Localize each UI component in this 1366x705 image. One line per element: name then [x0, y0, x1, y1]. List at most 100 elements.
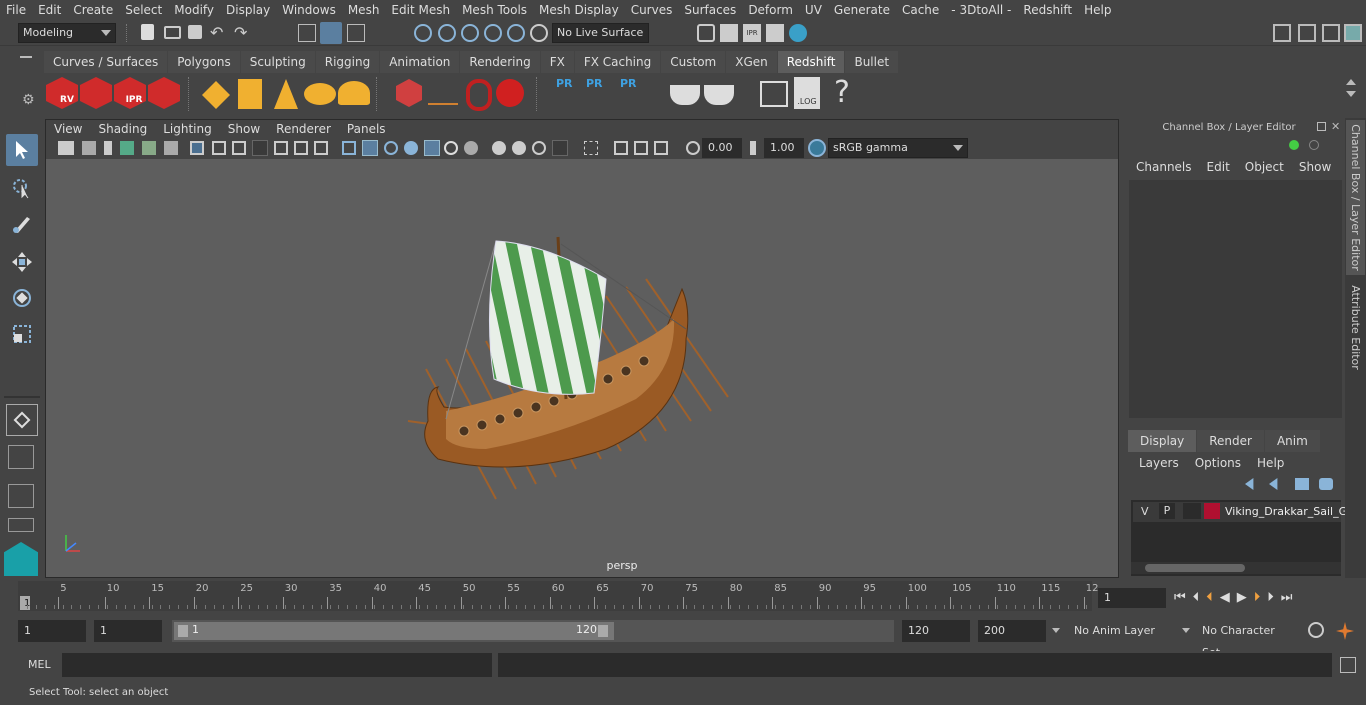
- scene-start-field[interactable]: 1: [18, 620, 86, 642]
- camera-attr-icon[interactable]: [82, 141, 96, 155]
- chevron-down-icon[interactable]: [1052, 628, 1060, 633]
- scale-tool-icon[interactable]: [6, 318, 38, 350]
- go-to-end-icon[interactable]: ⏭: [1281, 590, 1293, 605]
- render-settings-icon[interactable]: [766, 24, 784, 42]
- soft-select-icon[interactable]: [6, 404, 38, 436]
- redshift-spot-light-icon[interactable]: [274, 79, 298, 109]
- panel-menu-shading[interactable]: Shading: [90, 120, 155, 138]
- speed-icon[interactable]: [1309, 140, 1319, 150]
- redshift-batch-icon[interactable]: [80, 77, 112, 109]
- menu-help[interactable]: Help: [1078, 0, 1117, 20]
- scrollbar-thumb[interactable]: [1145, 564, 1245, 572]
- pr-swap-icon[interactable]: PR: [620, 77, 637, 90]
- lasso-tool-icon[interactable]: [6, 172, 38, 204]
- shelf-scroll-down-icon[interactable]: [1346, 91, 1356, 97]
- exposure-icon[interactable]: [686, 141, 700, 155]
- paint-select-icon[interactable]: [6, 208, 38, 240]
- gate-mask-icon[interactable]: [252, 140, 268, 156]
- render-view-icon[interactable]: [697, 24, 715, 42]
- wireframe-on-shaded-icon[interactable]: [404, 141, 418, 155]
- color-management-icon[interactable]: [808, 139, 826, 157]
- command-input[interactable]: [62, 653, 492, 677]
- shelf-tab-xgen[interactable]: XGen: [726, 51, 777, 73]
- play-backward-icon[interactable]: ◀: [1220, 590, 1230, 605]
- layer-name[interactable]: Viking_Drakkar_Sail_G: [1225, 505, 1347, 518]
- preferences-icon[interactable]: [1336, 622, 1354, 640]
- step-back-icon[interactable]: ⏴: [1193, 590, 1200, 605]
- workspace-icon[interactable]: [1273, 24, 1291, 42]
- new-layer-selected-icon[interactable]: [1319, 478, 1333, 490]
- menu-windows[interactable]: Windows: [276, 0, 342, 20]
- select-objects-icon[interactable]: [320, 22, 342, 44]
- menu-3dtoall[interactable]: - 3DtoAll -: [945, 0, 1017, 20]
- shelf-menu-icon[interactable]: [20, 56, 32, 58]
- xray-components-icon[interactable]: [654, 141, 668, 155]
- shelf-tab-rendering[interactable]: Rendering: [460, 51, 540, 73]
- mode-dropdown[interactable]: Modeling: [18, 23, 116, 43]
- snap-view-plane-icon[interactable]: [507, 24, 525, 42]
- shelf-tab-redshift[interactable]: Redshift: [777, 51, 845, 73]
- grid-icon[interactable]: [190, 141, 204, 155]
- menu-mesh[interactable]: Mesh: [342, 0, 386, 20]
- redshift-dome-light-icon[interactable]: [304, 83, 336, 105]
- default-material-icon[interactable]: [384, 141, 398, 155]
- new-layer-icon[interactable]: [1295, 478, 1309, 490]
- field-chart-icon[interactable]: [274, 141, 288, 155]
- channel-menu-edit[interactable]: Edit: [1200, 160, 1238, 174]
- toggle-outliner-icon[interactable]: [1322, 24, 1340, 42]
- shelf-tab-fx-caching[interactable]: FX Caching: [574, 51, 661, 73]
- panel-menu-panels[interactable]: Panels: [339, 120, 394, 138]
- chevron-down-icon[interactable]: [1182, 628, 1190, 633]
- shelf-tab-bullet[interactable]: Bullet: [845, 51, 899, 73]
- pr-export-icon[interactable]: PR: [586, 77, 603, 90]
- panel-menu-view[interactable]: View: [46, 120, 90, 138]
- panel-menu-lighting[interactable]: Lighting: [155, 120, 220, 138]
- colorspace-dropdown[interactable]: sRGB gamma: [828, 138, 968, 158]
- menu-generate[interactable]: Generate: [828, 0, 896, 20]
- menu-select[interactable]: Select: [119, 0, 168, 20]
- layer-playback-toggle[interactable]: P: [1159, 503, 1175, 519]
- layer-type-toggle[interactable]: [1183, 503, 1201, 519]
- shelf-tab-polygons[interactable]: Polygons: [168, 51, 240, 73]
- menu-redshift[interactable]: Redshift: [1017, 0, 1078, 20]
- anti-aliasing-icon[interactable]: [532, 141, 546, 155]
- step-forward-icon[interactable]: ⏵: [1267, 590, 1274, 605]
- motion-blur-icon[interactable]: [512, 141, 526, 155]
- xray-icon[interactable]: [614, 141, 628, 155]
- shelf-scroll-up-icon[interactable]: [1346, 79, 1356, 85]
- screen-space-ao-icon[interactable]: [492, 141, 506, 155]
- menu-uv[interactable]: UV: [799, 0, 828, 20]
- layer-menu-options[interactable]: Options: [1187, 456, 1249, 470]
- gamma-field[interactable]: 1.00: [764, 138, 804, 158]
- use-all-lights-icon[interactable]: [444, 141, 458, 155]
- layer-row[interactable]: V P Viking_Drakkar_Sail_G: [1133, 502, 1347, 522]
- grease-pencil-icon[interactable]: [164, 141, 178, 155]
- redshift-sun-icon[interactable]: [338, 81, 370, 105]
- isolate-select-icon[interactable]: [584, 141, 598, 155]
- redshift-proxy-icon[interactable]: [202, 81, 230, 109]
- bake-settings-icon[interactable]: [704, 85, 734, 105]
- toggle-sidebar-icon[interactable]: [1298, 24, 1316, 42]
- channel-menu-show[interactable]: Show: [1292, 160, 1339, 174]
- shelf-tab-curves-surfaces[interactable]: Curves / Surfaces: [44, 51, 168, 73]
- live-surface-field[interactable]: No Live Surface: [552, 23, 649, 43]
- shelf-settings-icon[interactable]: ⚙: [22, 92, 35, 108]
- shelf-tab-animation[interactable]: Animation: [380, 51, 460, 73]
- perspective-viewport[interactable]: persp: [46, 159, 1118, 577]
- play-forward-icon[interactable]: ▶: [1237, 590, 1247, 605]
- menu-mesh-tools[interactable]: Mesh Tools: [456, 0, 533, 20]
- panel-menu-renderer[interactable]: Renderer: [268, 120, 339, 138]
- manipulator-icon[interactable]: [1289, 140, 1299, 150]
- layer-menu-help[interactable]: Help: [1249, 456, 1292, 470]
- snap-point-icon[interactable]: [461, 24, 479, 42]
- bookmark-icon[interactable]: [104, 141, 112, 155]
- make-live-icon[interactable]: [530, 24, 548, 42]
- ipr-render-icon[interactable]: IPR: [743, 24, 761, 42]
- range-end-grip[interactable]: [598, 625, 608, 637]
- rotate-tool-icon[interactable]: [6, 282, 38, 314]
- smooth-shade-icon[interactable]: [362, 140, 378, 156]
- open-scene-icon[interactable]: [164, 26, 181, 39]
- menu-file[interactable]: File: [0, 0, 32, 20]
- channel-box-tab[interactable]: Channel Box / Layer Editor: [1346, 120, 1365, 275]
- layer-scrollbar[interactable]: [1131, 562, 1341, 574]
